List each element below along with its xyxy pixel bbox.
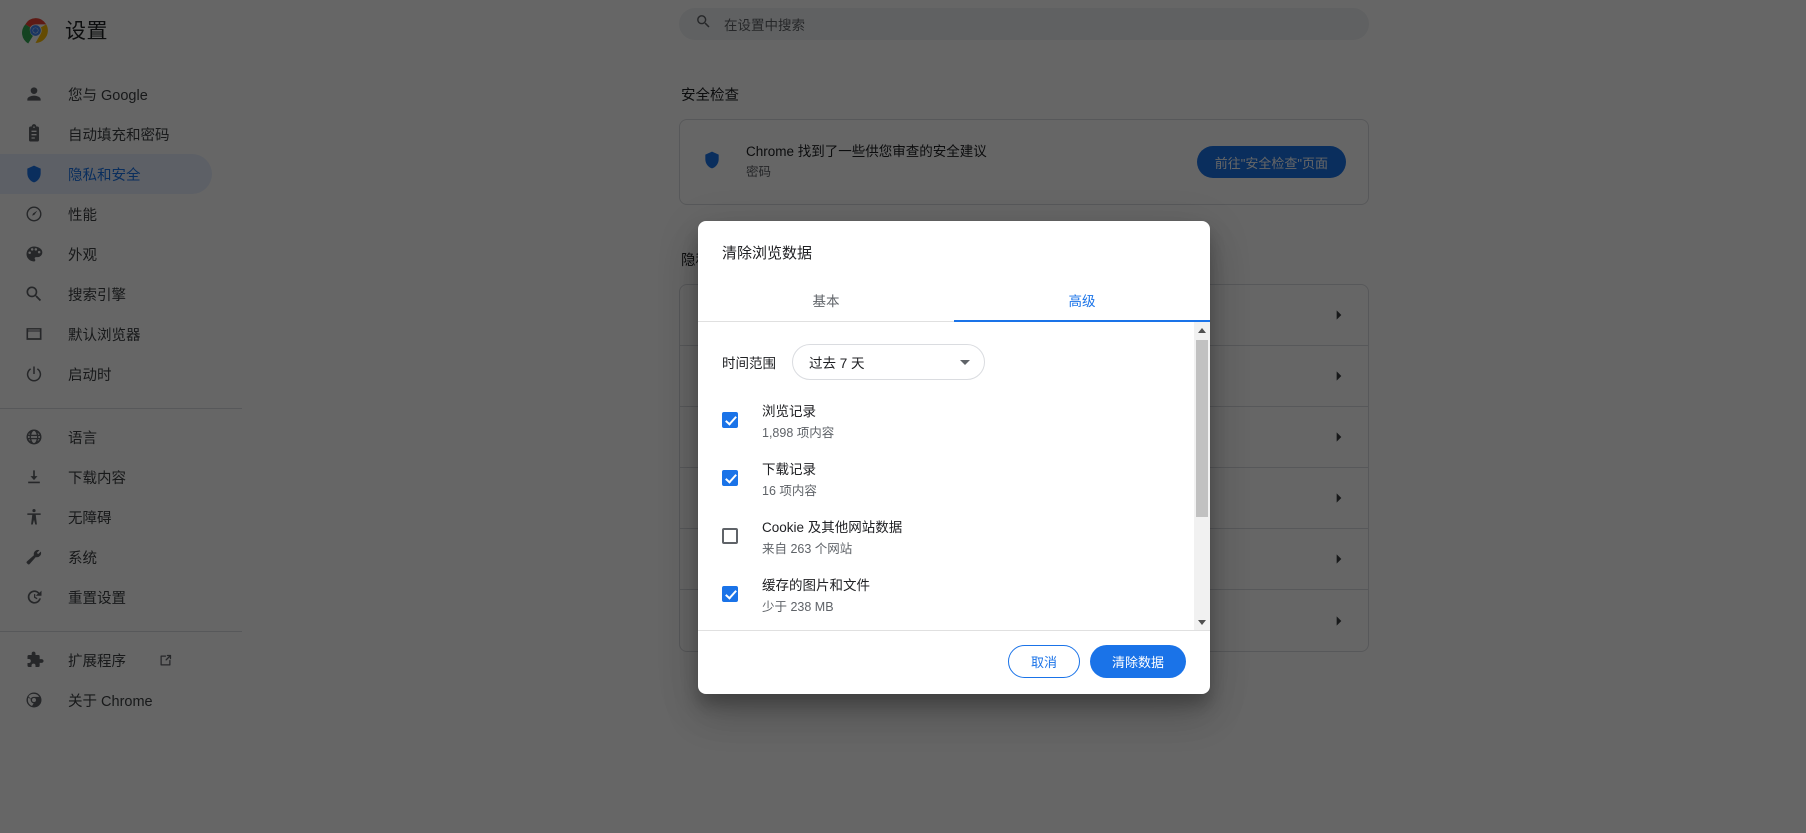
scrollbar-thumb[interactable] [1196,340,1208,517]
dialog-footer: 取消 清除数据 [698,630,1210,694]
option-sublabel: 16 项内容 [762,483,817,498]
option-sublabel: 来自 263 个网站 [762,541,853,556]
option-label: 缓存的图片和文件 [762,577,870,593]
option-browsing-history[interactable]: 浏览记录 1,898 项内容 [698,402,1194,443]
clear-browsing-data-dialog: 清除浏览数据 基本 高级 时间范围 过去 7 天 浏览记录 1,898 项内容 [698,221,1210,694]
option-text: 缓存的图片和文件 少于 238 MB [762,576,870,617]
dialog-scroll-area: 时间范围 过去 7 天 浏览记录 1,898 项内容 下载记录 16 项内容 C… [698,322,1194,630]
scrollbar-track[interactable] [1194,338,1210,614]
chevron-down-icon [960,359,970,365]
option-cookies[interactable]: Cookie 及其他网站数据 来自 263 个网站 [698,518,1194,559]
option-text: 下载记录 16 项内容 [762,460,817,501]
dialog-tabs: 基本 高级 [698,282,1210,322]
option-label: 浏览记录 [762,404,816,419]
option-sublabel: 1,898 项内容 [762,425,835,440]
option-sublabel: 少于 238 MB [762,599,834,614]
clear-data-button[interactable]: 清除数据 [1089,645,1186,678]
option-cached-images[interactable]: 缓存的图片和文件 少于 238 MB [698,576,1194,617]
time-range-row: 时间范围 过去 7 天 [698,344,1194,380]
checkbox-cached-images[interactable] [722,585,738,602]
scroll-down-arrow-icon[interactable] [1194,614,1210,630]
time-range-label: 时间范围 [722,356,776,371]
dialog-body: 时间范围 过去 7 天 浏览记录 1,898 项内容 下载记录 16 项内容 C… [698,322,1210,630]
checkbox-cookies[interactable] [722,527,738,544]
time-range-select[interactable]: 过去 7 天 [792,344,985,380]
checkbox-download-history[interactable] [722,469,738,486]
tab-basic[interactable]: 基本 [698,282,954,321]
option-label: Cookie 及其他网站数据 [762,519,903,535]
option-text: Cookie 及其他网站数据 来自 263 个网站 [762,518,902,559]
option-text: 浏览记录 1,898 项内容 [762,402,834,443]
checkbox-browsing-history[interactable] [722,412,738,428]
option-label: 下载记录 [762,461,816,477]
dialog-title: 清除浏览数据 [722,245,813,262]
dialog-scrollbar[interactable] [1194,322,1210,630]
cancel-button[interactable]: 取消 [1007,645,1080,678]
tab-advanced[interactable]: 高级 [954,282,1210,322]
time-range-value: 过去 7 天 [809,356,865,371]
option-download-history[interactable]: 下载记录 16 项内容 [698,460,1194,501]
scroll-up-arrow-icon[interactable] [1194,322,1210,338]
